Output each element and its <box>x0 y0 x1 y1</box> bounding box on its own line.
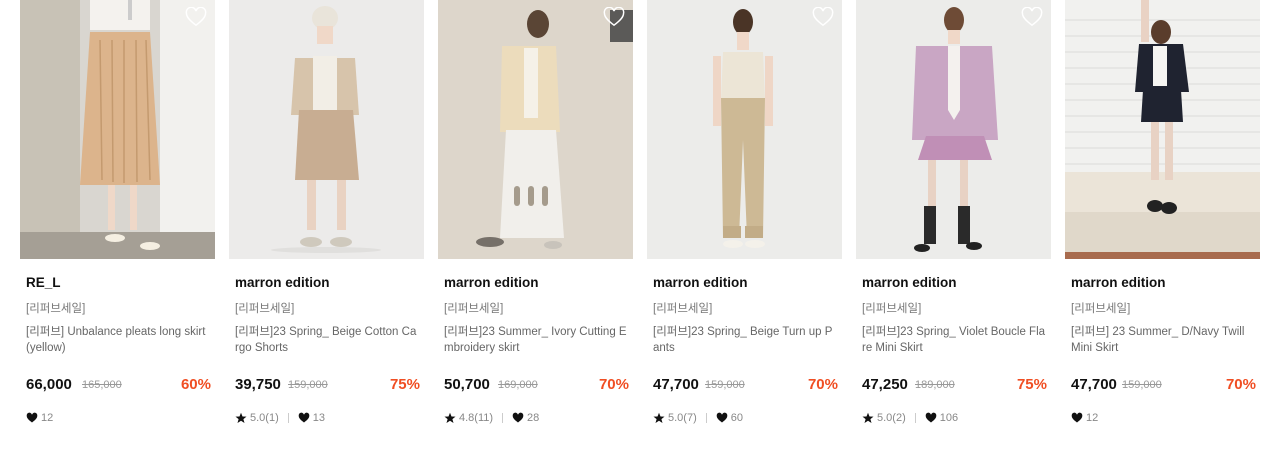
product-card[interactable]: marron edition [리퍼브세일] [리퍼브] 23 Summer_ … <box>1065 0 1260 469</box>
divider <box>287 413 289 423</box>
product-photo <box>647 0 842 259</box>
discount-rate: 60% <box>180 376 211 393</box>
sale-tag: [리퍼브세일] <box>26 303 86 315</box>
original-price: 159,000 <box>288 379 328 391</box>
brand-name[interactable]: marron edition <box>444 275 539 290</box>
product-card[interactable]: marron edition [리퍼브세일] [리퍼브]23 Spring_ V… <box>856 0 1051 469</box>
sale-price: 50,700 <box>444 376 490 393</box>
divider <box>705 413 707 423</box>
product-name[interactable]: [리퍼브] 23 Summer_ D/Navy Twill Mini Skirt <box>1071 324 1255 356</box>
sale-price: 47,250 <box>862 376 908 393</box>
product-image[interactable] <box>229 0 424 259</box>
product-image[interactable] <box>20 0 215 259</box>
brand-name[interactable]: marron edition <box>1071 275 1166 290</box>
star-icon <box>444 412 456 423</box>
heart-icon <box>716 412 728 423</box>
original-price: 165,000 <box>82 379 122 391</box>
sale-price: 66,000 <box>26 376 72 393</box>
like-count: 12 <box>41 412 54 424</box>
discount-rate: 70% <box>598 376 629 393</box>
sale-tag: [리퍼브세일] <box>235 303 295 315</box>
product-photo <box>20 0 215 259</box>
original-price: 159,000 <box>1122 379 1162 391</box>
wishlist-button[interactable] <box>185 7 207 27</box>
wishlist-button[interactable] <box>812 7 834 27</box>
discount-rate: 70% <box>1225 376 1256 393</box>
brand-name[interactable]: marron edition <box>653 275 748 290</box>
sale-tag: [리퍼브세일] <box>444 303 504 315</box>
wishlist-button[interactable] <box>603 7 625 27</box>
original-price: 159,000 <box>705 379 745 391</box>
product-card[interactable]: marron edition [리퍼브세일] [리퍼브]23 Spring_ B… <box>647 0 842 469</box>
like-count: 12 <box>1086 412 1099 424</box>
heart-icon <box>298 412 310 423</box>
star-icon <box>235 412 247 423</box>
star-icon <box>862 412 874 423</box>
heart-outline-icon <box>812 7 834 27</box>
brand-name[interactable]: marron edition <box>862 275 957 290</box>
rating: 4.8(11) <box>459 412 494 424</box>
product-image[interactable] <box>647 0 842 259</box>
product-image[interactable] <box>856 0 1051 259</box>
heart-outline-icon <box>185 7 207 27</box>
product-photo <box>438 0 633 259</box>
product-name[interactable]: [리퍼브] Unbalance pleats long skirt (yello… <box>26 324 210 356</box>
sale-price: 47,700 <box>1071 376 1117 393</box>
sale-tag: [리퍼브세일] <box>653 303 713 315</box>
like-count: 13 <box>312 412 325 424</box>
heart-outline-icon <box>603 7 625 27</box>
product-stats: 5.0(1) 13 <box>235 410 325 426</box>
rating: 5.0(2) <box>877 412 906 424</box>
product-card[interactable]: RE_L [리퍼브세일] [리퍼브] Unbalance pleats long… <box>20 0 215 469</box>
product-stats: 12 <box>1071 410 1098 426</box>
star-icon <box>653 412 665 423</box>
sale-price: 47,700 <box>653 376 699 393</box>
brand-name[interactable]: RE_L <box>26 275 61 290</box>
product-name[interactable]: [리퍼브]23 Spring_ Beige Turn up Pants <box>653 324 837 356</box>
product-stats: 5.0(7) 60 <box>653 410 743 426</box>
discount-rate: 75% <box>1016 376 1047 393</box>
original-price: 189,000 <box>915 379 955 391</box>
heart-icon <box>512 412 524 423</box>
heart-outline-icon <box>1021 7 1043 27</box>
discount-rate: 70% <box>807 376 838 393</box>
product-image[interactable] <box>438 0 633 259</box>
product-card[interactable]: marron edition [리퍼브세일] [리퍼브]23 Summer_ I… <box>438 0 633 469</box>
like-count: 60 <box>730 412 743 424</box>
divider <box>502 413 504 423</box>
sale-tag: [리퍼브세일] <box>862 303 922 315</box>
divider <box>914 413 916 423</box>
product-stats: 5.0(2) 106 <box>862 410 958 426</box>
product-stats: 4.8(11) 28 <box>444 410 539 426</box>
brand-name[interactable]: marron edition <box>235 275 330 290</box>
heart-icon <box>1071 412 1083 423</box>
discount-rate: 75% <box>389 376 420 393</box>
like-count: 28 <box>527 412 540 424</box>
wishlist-button[interactable] <box>1021 7 1043 27</box>
product-image[interactable] <box>1065 0 1260 259</box>
product-photo <box>856 0 1051 259</box>
original-price: 169,000 <box>498 379 538 391</box>
heart-icon <box>925 412 937 423</box>
heart-icon <box>26 412 38 423</box>
like-count: 106 <box>939 412 959 424</box>
product-photo <box>1065 0 1260 259</box>
rating: 5.0(1) <box>250 412 279 424</box>
rating: 5.0(7) <box>668 412 697 424</box>
sale-price: 39,750 <box>235 376 281 393</box>
product-grid: RE_L [리퍼브세일] [리퍼브] Unbalance pleats long… <box>20 0 1260 469</box>
sale-tag: [리퍼브세일] <box>1071 303 1131 315</box>
product-stats: 12 <box>26 410 53 426</box>
product-photo <box>229 0 424 259</box>
product-name[interactable]: [리퍼브]23 Summer_ Ivory Cutting Embroidery… <box>444 324 628 356</box>
product-name[interactable]: [리퍼브]23 Spring_ Violet Boucle Flare Mini… <box>862 324 1046 356</box>
product-card[interactable]: marron edition [리퍼브세일] [리퍼브]23 Spring_ B… <box>229 0 424 469</box>
product-name[interactable]: [리퍼브]23 Spring_ Beige Cotton Cargo Short… <box>235 324 419 356</box>
